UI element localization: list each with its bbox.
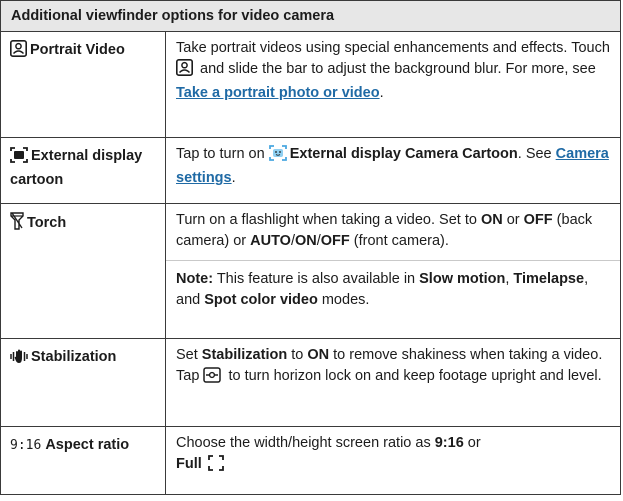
option-description: Turn on a flashlight when taking a video… — [165, 203, 621, 339]
desc-bold: OFF — [523, 212, 553, 228]
viewfinder-options-table: Additional viewfinder options for video … — [0, 0, 621, 495]
desc-text: or — [463, 435, 481, 451]
desc-text: This feature is also available in — [213, 271, 420, 287]
external-display-icon — [10, 147, 28, 170]
option-label: Aspect ratio — [45, 437, 130, 453]
torch-description: Turn on a flashlight when taking a video… — [176, 210, 614, 252]
desc-bold: AUTO — [250, 233, 291, 249]
note-label: Note: — [176, 271, 214, 287]
portrait-icon — [176, 59, 193, 83]
desc-bold: OFF — [320, 233, 350, 249]
option-label: Stabilization — [31, 349, 117, 365]
horizon-lock-icon — [203, 367, 222, 390]
option-torch: Torch — [0, 203, 166, 339]
table-title: Additional viewfinder options for video … — [0, 0, 621, 32]
desc-bold: 9:16 — [434, 435, 464, 451]
desc-text: Choose the width/height screen ratio as — [176, 435, 435, 451]
table-row: Portrait Video Take portrait videos usin… — [0, 31, 621, 138]
desc-bold: ON — [307, 347, 330, 363]
desc-bold: Timelapse — [513, 271, 585, 287]
desc-text: and slide the bar to adjust the backgrou… — [196, 61, 596, 77]
desc-text: Take portrait videos using special enhan… — [176, 40, 610, 56]
desc-text: Turn on a flashlight when taking a video… — [176, 212, 481, 228]
aspect-ratio-icon: 9:16 — [10, 438, 42, 453]
option-external-display-cartoon: External display cartoon — [0, 137, 166, 204]
desc-bold: Full — [176, 456, 202, 472]
full-screen-icon — [207, 455, 224, 478]
option-portrait-video: Portrait Video — [0, 31, 166, 138]
portrait-icon — [10, 40, 27, 64]
stabilization-icon — [10, 348, 28, 371]
table-row: Stabilization Set Stabilization to ON to… — [0, 338, 621, 427]
option-label: Torch — [27, 215, 67, 231]
desc-bold: Stabilization — [201, 347, 288, 363]
torch-icon — [10, 212, 24, 237]
desc-bold: Spot color video — [204, 292, 318, 308]
desc-text: (front camera). — [349, 233, 449, 249]
desc-text: Set — [176, 347, 202, 363]
desc-text: or — [502, 212, 524, 228]
note: Note: This feature is also available in … — [166, 260, 620, 311]
desc-bold: ON — [480, 212, 503, 228]
desc-text: . — [231, 170, 236, 186]
option-description: Choose the width/height screen ratio as … — [165, 426, 621, 495]
option-description: Take portrait videos using special enhan… — [165, 31, 621, 138]
desc-bold: External display Camera Cartoon — [289, 146, 518, 162]
table-row: 9:16 Aspect ratio Choose the width/height… — [0, 426, 621, 495]
option-label: External display cartoon — [10, 148, 143, 188]
desc-text: . — [379, 85, 384, 101]
option-stabilization: Stabilization — [0, 338, 166, 427]
desc-text: to turn horizon lock on and keep footage… — [224, 368, 602, 384]
option-aspect-ratio: 9:16 Aspect ratio — [0, 426, 166, 495]
desc-bold: ON — [295, 233, 317, 249]
option-label: Portrait Video — [30, 42, 125, 58]
option-description: Set Stabilization to ON to remove shakin… — [165, 338, 621, 427]
table-row: External display cartoon Tap to turn on … — [0, 137, 621, 204]
desc-text: modes. — [317, 292, 370, 308]
desc-text: to — [287, 347, 308, 363]
camera-cartoon-icon — [268, 145, 287, 168]
desc-bold: Slow motion — [419, 271, 506, 287]
desc-text: . See — [517, 146, 556, 162]
option-description: Tap to turn on External display Camera C… — [165, 137, 621, 204]
desc-text: Tap to turn on — [176, 146, 269, 162]
table-row: Torch Turn on a flashlight when taking a… — [0, 203, 621, 339]
portrait-link[interactable]: Take a portrait photo or video — [176, 85, 380, 101]
